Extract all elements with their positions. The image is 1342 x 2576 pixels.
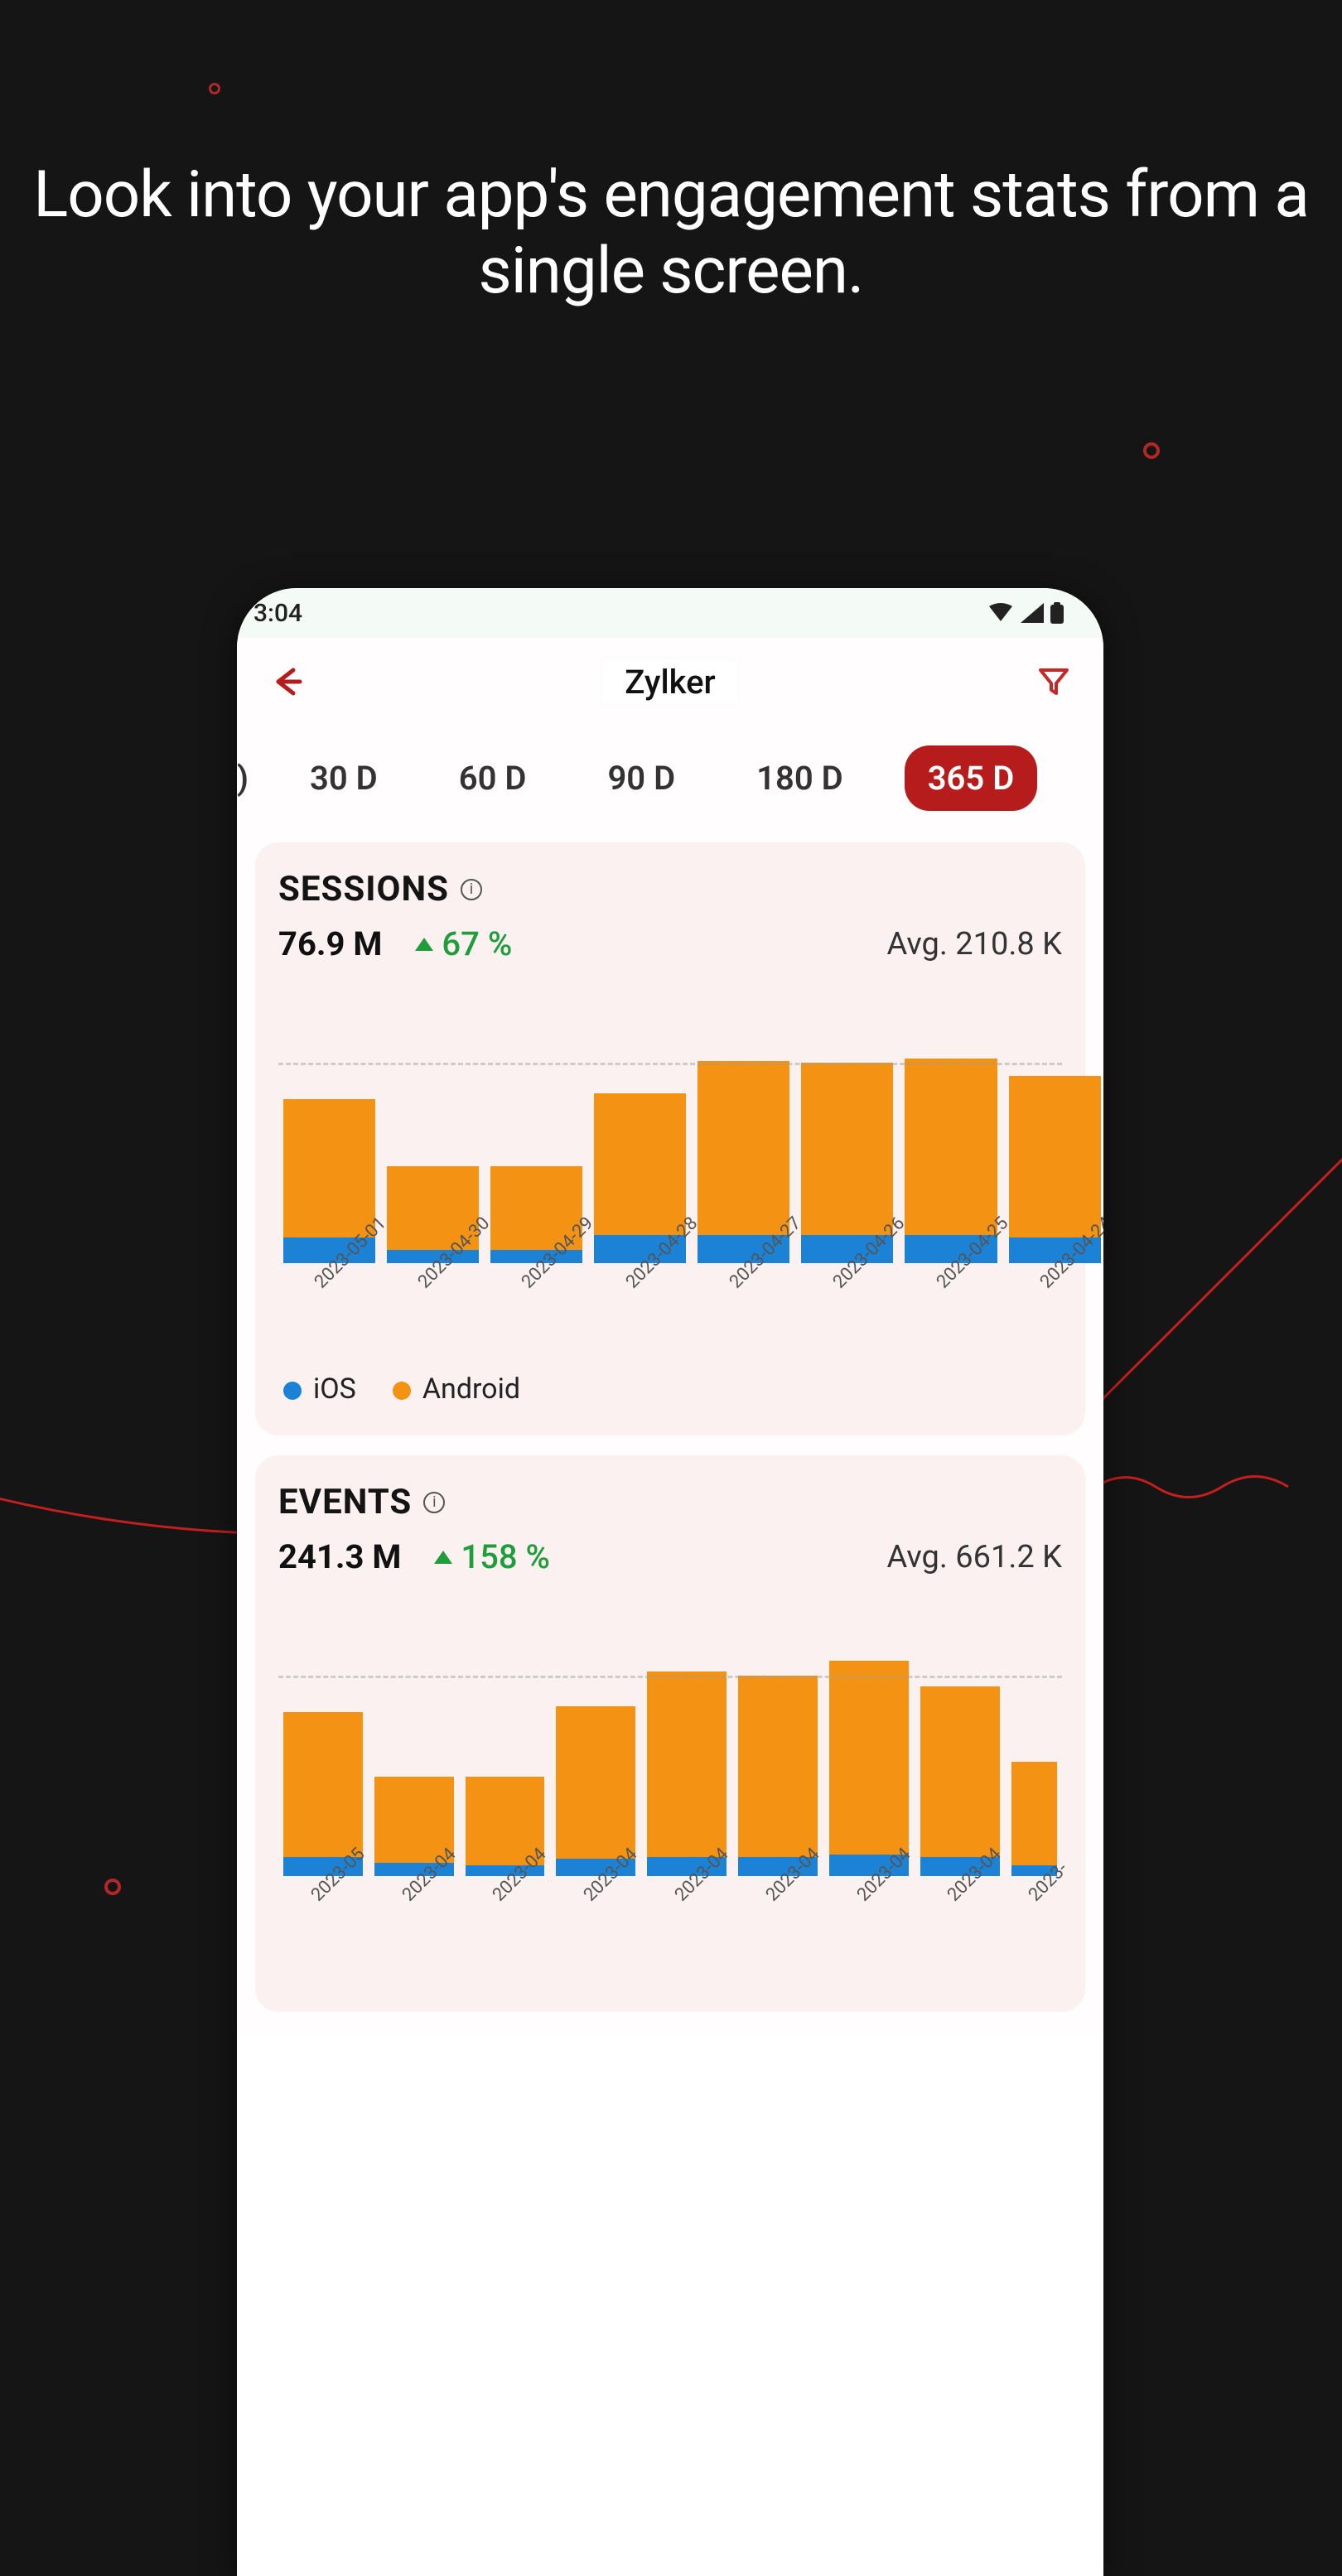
bar-segment-android [1011,1762,1058,1865]
range-tab-180d[interactable]: 180 D [736,749,863,808]
status-time: 3:04 [253,599,302,628]
decorative-line [1089,1466,1321,1516]
arrow-left-icon [270,665,303,698]
bar-column[interactable]: 2023-04-26 [801,1063,893,1278]
trend-up-icon [434,1551,452,1564]
events-chart[interactable]: 2023-052023-042023-042023-042023-042023-… [278,1676,1062,1982]
bar-segment-android [647,1672,727,1857]
range-tab-365d[interactable]: 365 D [905,745,1038,811]
trend-up-icon [415,938,433,951]
bar-column[interactable]: 2023-04-27 [698,1063,789,1278]
bar-segment-android [698,1061,789,1236]
sessions-legend: iOS Android [278,1372,1062,1406]
promo-headline: Look into your app's engagement stats fr… [0,157,1342,310]
sessions-average: Avg. 210.8 K [886,926,1062,962]
bar-column[interactable]: 2023-04 [738,1676,818,1891]
bar-column[interactable]: 2023-04-29 [490,1063,582,1278]
bar-segment-android [905,1059,997,1235]
decorative-circle [1143,442,1160,459]
bar-segment-android [283,1712,363,1856]
range-tab-90d[interactable]: 90 D [587,749,695,808]
info-icon[interactable]: i [461,879,482,900]
funnel-icon [1037,665,1070,698]
battery-icon [1050,602,1064,624]
sessions-change: 67 % [415,924,512,963]
bar-column[interactable]: 2023-04-25 [905,1063,997,1278]
content-area: ) 30 D 60 D 90 D 180 D 365 D SESSIONS i … [237,726,1103,2032]
back-button[interactable] [268,663,305,700]
legend-item-android: Android [393,1372,520,1406]
legend-label-ios: iOS [313,1372,356,1406]
range-tab-60d[interactable]: 60 D [439,749,547,808]
bar-segment-android [594,1093,686,1236]
events-change-value: 158 % [461,1537,550,1576]
filter-button[interactable] [1035,663,1072,700]
bar-column[interactable]: 2023-04 [920,1676,1000,1891]
bar-segment-android [556,1706,635,1860]
bar-column[interactable]: 2023-05-01 [283,1063,375,1278]
status-bar: 3:04 [237,588,1103,638]
events-title: EVENTS [278,1482,412,1522]
app-header: Zylker [237,638,1103,726]
legend-dot-ios [283,1382,302,1400]
bar-column[interactable]: 2023-04 [466,1676,545,1891]
signal-icon [1021,603,1044,623]
bar-column[interactable]: 2023-05 [283,1676,363,1891]
bar-column[interactable]: 2023-04 [829,1676,909,1891]
events-total: 241.3 M [278,1537,401,1576]
status-icons [987,602,1064,624]
phone-frame: 3:04 Zylker ) 30 D 60 D 90 D 180 D 365 D [237,588,1103,2576]
sessions-change-value: 67 % [442,924,512,963]
gridline [278,1063,1062,1065]
events-average: Avg. 661.2 K [886,1539,1062,1575]
bar-segment-android [829,1661,909,1855]
bar-column[interactable]: 2023-04 [647,1676,727,1891]
bar-column[interactable]: 2023-04 [556,1676,635,1891]
legend-item-ios: iOS [283,1372,356,1406]
events-card: EVENTS i 241.3 M 158 % Avg. 661.2 K 2023… [255,1455,1085,2012]
info-icon[interactable]: i [423,1492,445,1513]
sessions-chart[interactable]: 2023-05-012023-04-302023-04-292023-04-28… [278,1063,1062,1369]
legend-label-android: Android [422,1372,520,1406]
bar-segment-android [1009,1076,1101,1237]
bar-segment-android [283,1099,375,1237]
bar-column[interactable]: 2023- [1011,1676,1058,1891]
sessions-total: 76.9 M [278,924,382,963]
events-change: 158 % [434,1537,550,1576]
gridline [278,1676,1062,1678]
bar-column[interactable]: 2023-04-28 [594,1063,686,1278]
bar-segment-android [801,1063,893,1235]
bar-segment-android [738,1676,818,1856]
sessions-card: SESSIONS i 76.9 M 67 % Avg. 210.8 K 2023… [255,842,1085,1435]
wifi-icon [987,603,1014,623]
range-tab-clipped[interactable]: ) [237,749,249,808]
decorative-circle [104,1879,121,1895]
legend-dot-android [393,1382,411,1400]
decorative-circle [209,83,220,94]
app-title[interactable]: Zylker [601,659,738,705]
bar-column[interactable]: 2023-04-24 [1009,1063,1101,1278]
range-tabs: ) 30 D 60 D 90 D 180 D 365 D [237,726,1103,836]
bar-column[interactable]: 2023-04-30 [387,1063,479,1278]
sessions-title: SESSIONS [278,869,449,909]
bar-segment-android [920,1686,1000,1856]
bar-column[interactable]: 2023-04 [374,1676,454,1891]
range-tab-30d[interactable]: 30 D [290,749,398,808]
